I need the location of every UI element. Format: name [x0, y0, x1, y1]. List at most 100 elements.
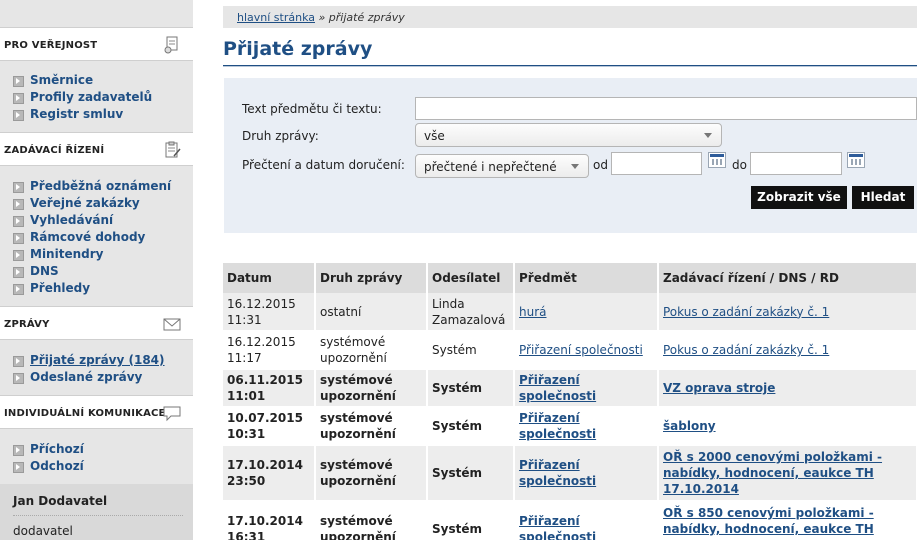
menu-procedures: Předběžná oznámení Veřejné zakázky Vyhle…: [0, 178, 193, 297]
procedure-link[interactable]: VZ oprava stroje: [663, 381, 775, 395]
subject-link[interactable]: Přiřazení společnosti: [519, 514, 596, 540]
menu-messages: Přijaté zprávy (184) Odeslané zprávy: [0, 352, 193, 386]
table-row[interactable]: 16.12.2015 11:17 systémové upozornění Systé…: [223, 331, 917, 370]
section-title: INDIVIDUÁLNÍ KOMUNIKACE: [4, 408, 166, 419]
text-filter-input[interactable]: [415, 97, 917, 120]
subject-link[interactable]: Přiřazení společnosti: [519, 373, 596, 403]
breadcrumb-current: přijaté zprávy: [328, 11, 405, 24]
cell-procedure: Pokus o zadání zakázky č. 1: [658, 293, 917, 332]
time-text: 16:31: [227, 530, 266, 540]
cell-procedure: Pokus o zadání zakázky č. 1: [658, 331, 917, 370]
page-title: Přijaté zprávy: [223, 38, 373, 60]
time-text: 11:31: [227, 312, 262, 327]
sidebar-item-profily-zadavatelu[interactable]: Profily zadavatelů: [0, 89, 193, 106]
date-from-input[interactable]: [611, 152, 702, 175]
column-header-sender[interactable]: Odesílatel: [427, 263, 515, 293]
sidebar: PRO VEŘEJNOST Směrnice Profily zadavatel…: [0, 0, 193, 540]
search-button[interactable]: Hledat: [852, 186, 914, 209]
cell-sender: Systém: [427, 501, 515, 540]
text-filter-label: Text předmětu či textu:: [242, 102, 382, 116]
column-header-type[interactable]: Druh zprávy: [315, 263, 428, 293]
table-row[interactable]: 17.10.2014 23:50 systémové upozornění Systé…: [223, 445, 917, 502]
procedure-link[interactable]: šablony: [663, 419, 716, 433]
table-row[interactable]: 10.07.2015 10:31 systémové upozornění Systé…: [223, 407, 917, 446]
sidebar-item-prichozi[interactable]: Příchozí: [0, 441, 193, 458]
cell-procedure: OŘ s 850 cenovými položkami - nabídky, h…: [658, 501, 917, 540]
cell-sender: Systém: [427, 445, 515, 502]
time-text: 23:50: [227, 474, 266, 488]
section-title: PRO VEŘEJNOST: [4, 40, 98, 51]
chevron-down-icon: [704, 133, 712, 138]
title-divider: [223, 65, 917, 67]
sidebar-item-vyhledavani[interactable]: Vyhledávání: [0, 212, 193, 229]
column-header-date[interactable]: Datum: [223, 263, 316, 293]
sidebar-item-dns[interactable]: DNS: [0, 263, 193, 280]
section-title: ZADÁVACÍ ŘÍZENÍ: [4, 145, 105, 156]
section-header-public: PRO VEŘEJNOST: [0, 27, 193, 61]
cell-type: systémové upozornění: [315, 331, 428, 370]
procedure-link[interactable]: Pokus o zadání zakázky č. 1: [663, 305, 829, 319]
calendar-icon[interactable]: [708, 152, 726, 168]
cell-sender: Systém: [427, 331, 515, 370]
date-text: 06.11.2015: [227, 373, 303, 387]
procedure-link[interactable]: OŘ s 2000 cenovými položkami - nabídky, …: [663, 450, 882, 496]
menu-communication: Příchozí Odchozí: [0, 441, 193, 475]
date-text: 17.10.2014: [227, 458, 303, 472]
sidebar-item-smernice[interactable]: Směrnice: [0, 72, 193, 89]
show-all-button[interactable]: Zobrazit vše: [751, 186, 847, 209]
sidebar-item-minitendry[interactable]: Minitendry: [0, 246, 193, 263]
filter-panel: Text předmětu či textu: Druh zprávy: vše…: [224, 78, 917, 233]
user-name: Jan Dodavatel: [13, 494, 108, 508]
section-header-procedures: ZADÁVACÍ ŘÍZENÍ: [0, 132, 193, 166]
table-row[interactable]: 06.11.2015 11:01 systémové upozornění Systé…: [223, 369, 917, 408]
cell-sender: Systém: [427, 407, 515, 446]
calendar-icon[interactable]: [847, 152, 865, 168]
subject-link[interactable]: hurá: [519, 305, 547, 319]
read-status-select[interactable]: přečtené i nepřečtené: [415, 154, 589, 178]
sidebar-item-odchozi[interactable]: Odchozí: [0, 458, 193, 475]
sidebar-item-prehledy[interactable]: Přehledy: [0, 280, 193, 297]
breadcrumb: hlavní stránka » přijaté zprávy: [223, 6, 917, 28]
cell-date: 17.10.2014 23:50: [223, 445, 316, 502]
cell-date: 16.12.2015 11:31: [223, 293, 316, 332]
time-text: 10:31: [227, 427, 266, 441]
column-header-subject[interactable]: Předmět: [514, 263, 659, 293]
cell-subject: Přiřazení společnosti: [514, 445, 659, 502]
chevron-down-icon: [571, 164, 579, 169]
date-to-label: do: [732, 158, 747, 172]
subject-link[interactable]: Přiřazení společnosti: [519, 343, 643, 357]
breadcrumb-home-link[interactable]: hlavní stránka: [237, 11, 315, 24]
messages-table: Datum Druh zprávy Odesílatel Předmět Zad…: [223, 263, 917, 540]
sidebar-item-verejne-zakazky[interactable]: Veřejné zakázky: [0, 195, 193, 212]
menu-public: Směrnice Profily zadavatelů Registr smlu…: [0, 72, 193, 123]
cell-date: 17.10.2014 16:31: [223, 501, 316, 540]
subject-link[interactable]: Přiřazení společnosti: [519, 458, 596, 488]
sidebar-item-prijate-zpravy[interactable]: Přijaté zprávy (184): [0, 352, 193, 369]
cell-type: systémové upozornění: [315, 407, 428, 446]
subject-link[interactable]: Přiřazení společnosti: [519, 411, 596, 441]
cell-type: systémové upozornění: [315, 369, 428, 408]
sidebar-item-odeslane-zpravy[interactable]: Odeslané zprávy: [0, 369, 193, 386]
cell-type: systémové upozornění: [315, 445, 428, 502]
column-header-procedure[interactable]: Zadávací řízení / DNS / RD: [658, 263, 917, 293]
type-select-value: vše: [424, 129, 445, 143]
breadcrumb-trail: hlavní stránka » přijaté zprávy: [237, 11, 405, 24]
read-status-value: přečtené i nepřečtené: [424, 160, 557, 174]
cell-subject: Přiřazení společnosti: [514, 369, 659, 408]
sidebar-item-predbezna-oznameni[interactable]: Předběžná oznámení: [0, 178, 193, 195]
cell-procedure: VZ oprava stroje: [658, 369, 917, 408]
sidebar-item-ramcove-dohody[interactable]: Rámcové dohody: [0, 229, 193, 246]
type-select[interactable]: vše: [415, 123, 722, 147]
read-filter-label: Přečtení a datum doručení:: [242, 158, 405, 172]
sidebar-item-registr-smluv[interactable]: Registr smluv: [0, 106, 193, 123]
table-row[interactable]: 17.10.2014 16:31 systémové upozornění Systé…: [223, 501, 917, 540]
time-text: 11:17: [227, 351, 262, 365]
table-row[interactable]: 16.12.2015 11:31 ostatní Linda Zamazalová hu…: [223, 293, 917, 332]
cell-type: ostatní: [315, 293, 428, 332]
user-role: dodavatel: [13, 524, 73, 538]
cell-date: 06.11.2015 11:01: [223, 369, 316, 408]
procedure-link[interactable]: OŘ s 850 cenovými položkami - nabídky, h…: [663, 506, 874, 540]
procedure-link[interactable]: Pokus o zadání zakázky č. 1: [663, 343, 829, 357]
cell-sender: Linda Zamazalová: [427, 293, 515, 332]
date-to-input[interactable]: [750, 152, 842, 175]
